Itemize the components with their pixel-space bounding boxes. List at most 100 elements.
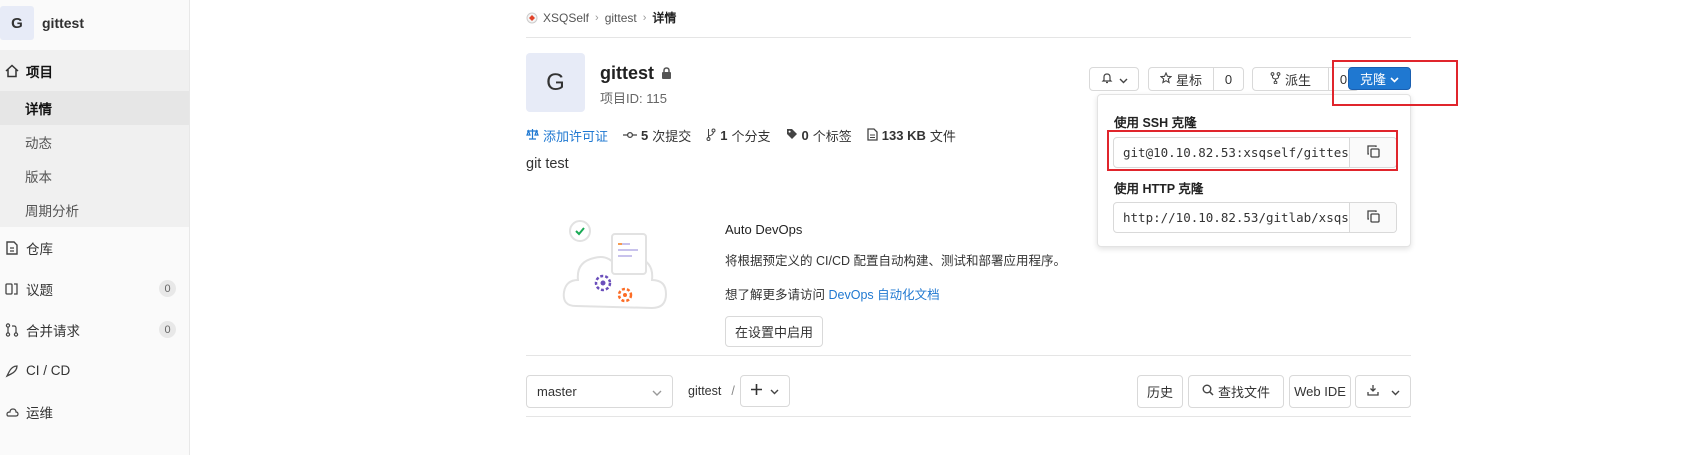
http-url-input[interactable]: http://10.10.82.53/gitlab/xsqself/gittes…	[1114, 203, 1349, 232]
sidebar-item-label: 仓库	[26, 241, 53, 257]
fork-label: 派生	[1284, 72, 1311, 88]
sidebar-subitem-activity[interactable]: 动态	[0, 125, 189, 159]
copy-icon	[1366, 209, 1380, 226]
fork-icon	[1270, 71, 1281, 87]
sidebar-item-label: 合并请求	[26, 323, 80, 339]
group-logo-icon	[526, 12, 538, 24]
rocket-icon	[4, 363, 20, 379]
file-icon	[867, 127, 878, 144]
highlight-clone-button	[1332, 60, 1458, 106]
devops-learn-prefix: 想了解更多请访问	[725, 288, 826, 302]
devops-description: 将根据预定义的 CI/CD 配置自动构建、测试和部署应用程序。	[725, 254, 1066, 268]
devops-learn-more: 想了解更多请访问 DevOps 自动化文档	[725, 284, 940, 303]
project-description: git test	[526, 156, 569, 172]
sidebar-item-label: 项目	[26, 64, 53, 80]
sidebar-item-label: CI / CD	[26, 363, 71, 378]
commits-stat[interactable]: 5 次提交	[623, 126, 691, 145]
sidebar-item-ci-cd[interactable]: CI / CD	[0, 350, 189, 391]
find-file-button[interactable]: 查找文件	[1188, 375, 1284, 408]
ssh-clone-label: 使用 SSH 克隆	[1114, 116, 1197, 130]
branch-select[interactable]: master	[526, 375, 673, 408]
find-file-label: 查找文件	[1217, 385, 1270, 400]
sidebar-item-operations[interactable]: 运维	[0, 391, 189, 432]
branch-name: master	[537, 384, 577, 399]
download-icon	[1366, 384, 1379, 399]
chevron-down-icon	[1391, 384, 1400, 399]
project-id: 项目ID: 115	[600, 91, 667, 106]
issues-icon	[4, 281, 20, 297]
commits-label: 次提交	[652, 129, 692, 144]
divider	[526, 37, 1411, 38]
sidebar-subitem-details[interactable]: 详情	[0, 91, 189, 125]
add-license-link[interactable]: 添加许可证	[526, 126, 608, 145]
sidebar-subitem-releases[interactable]: 版本	[0, 159, 189, 193]
project-stats: 添加许可证 5 次提交 1 个分支 0 个标签 133 KB 文件	[526, 126, 971, 145]
http-clone-label: 使用 HTTP 克隆	[1114, 182, 1204, 196]
copy-http-button[interactable]	[1349, 203, 1396, 232]
home-icon	[4, 63, 20, 79]
sidebar-subitem-cycle-analytics[interactable]: 周期分析	[0, 193, 189, 227]
page-title: gittest	[600, 63, 654, 83]
branches-label: 个分支	[731, 129, 771, 144]
sidebar-item-project[interactable]: 项目	[0, 50, 189, 91]
project-avatar: G	[0, 6, 34, 40]
breadcrumb-current: 详情	[652, 11, 677, 25]
notification-button[interactable]	[1089, 67, 1139, 91]
sidebar-project-header[interactable]: G gittest	[0, 0, 189, 46]
scale-icon	[526, 128, 539, 143]
tags-label: 个标签	[812, 129, 852, 144]
devops-illustration	[562, 214, 672, 322]
path-root[interactable]: gittest	[688, 384, 721, 398]
repo-path: gittest /	[688, 384, 735, 398]
files-stat[interactable]: 133 KB 文件	[867, 126, 956, 145]
star-label: 星标	[1175, 72, 1202, 88]
star-label-group: 星标	[1149, 70, 1213, 89]
tag-icon	[786, 128, 798, 143]
divider	[526, 355, 1411, 356]
breadcrumb: XSQSelf › gittest › 详情	[526, 9, 676, 26]
fork-label-group: 派生	[1253, 70, 1328, 89]
breadcrumb-group[interactable]: XSQSelf	[543, 11, 589, 25]
add-license-label: 添加许可证	[543, 129, 609, 144]
files-size: 133 KB	[881, 128, 926, 143]
branches-stat[interactable]: 1 个分支	[706, 126, 771, 145]
path-separator: /	[731, 384, 735, 398]
sidebar: G gittest 项目 详情 动态 版本 周期分析 仓库 议题 0 合并请求 …	[0, 0, 190, 455]
chevron-right-icon: ›	[595, 11, 599, 24]
project-avatar-large: G	[526, 53, 585, 112]
history-button[interactable]: 历史	[1137, 375, 1183, 408]
http-clone-field: http://10.10.82.53/gitlab/xsqself/gittes…	[1113, 202, 1397, 233]
star-count[interactable]: 0	[1213, 68, 1243, 90]
project-title-row: gittest	[600, 63, 672, 84]
sidebar-item-merge-requests[interactable]: 合并请求 0	[0, 309, 189, 350]
chevron-down-icon	[770, 382, 779, 400]
devops-docs-link[interactable]: DevOps 自动化文档	[829, 288, 940, 302]
web-ide-button[interactable]: Web IDE	[1289, 375, 1351, 408]
commit-icon	[623, 128, 638, 143]
add-file-dropdown[interactable]	[740, 375, 790, 407]
sidebar-section-project: 项目 详情 动态 版本 周期分析	[0, 50, 189, 227]
plus-icon	[751, 382, 762, 400]
sidebar-item-label: 运维	[26, 405, 53, 421]
merge-request-icon	[4, 322, 20, 338]
star-button[interactable]: 星标 0	[1148, 67, 1244, 91]
document-icon	[4, 240, 20, 256]
breadcrumb-project[interactable]: gittest	[605, 11, 637, 25]
search-icon	[1202, 384, 1214, 399]
star-icon	[1159, 71, 1173, 87]
commits-count: 5	[641, 128, 649, 143]
devops-title: Auto DevOps	[725, 222, 803, 237]
enable-in-settings-button[interactable]: 在设置中启用	[725, 316, 824, 347]
issues-count-badge: 0	[159, 280, 176, 297]
chevron-down-icon	[652, 384, 662, 399]
merge-requests-count-badge: 0	[159, 321, 176, 338]
tags-stat[interactable]: 0 个标签	[786, 126, 852, 145]
sidebar-item-repository[interactable]: 仓库	[0, 227, 189, 268]
files-label: 文件	[929, 129, 956, 144]
chevron-down-icon	[1119, 72, 1128, 87]
chevron-right-icon: ›	[642, 11, 647, 24]
sidebar-item-issues[interactable]: 议题 0	[0, 268, 189, 309]
bell-icon	[1101, 72, 1113, 87]
cloud-icon	[4, 404, 20, 420]
download-button[interactable]	[1355, 375, 1411, 408]
